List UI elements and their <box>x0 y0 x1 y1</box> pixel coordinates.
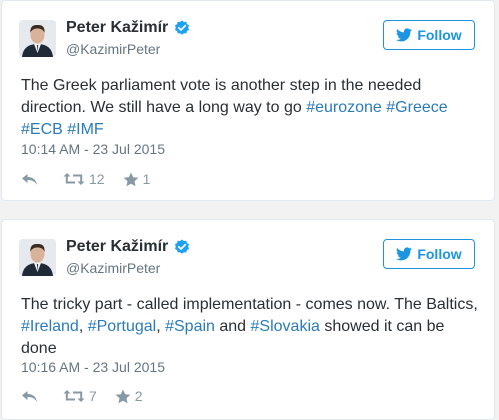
author-name[interactable]: Peter Kažimír <box>66 19 168 37</box>
hashtag-link[interactable]: #Portugal <box>88 318 157 335</box>
tweet-timestamp[interactable]: 10:16 AM - 23 Jul 2015 <box>21 359 165 375</box>
reply-button[interactable] <box>21 173 39 186</box>
hashtag-link[interactable]: #Spain <box>165 318 215 335</box>
author-name-row[interactable]: Peter Kažimír <box>66 238 190 256</box>
reply-icon <box>22 173 37 185</box>
retweet-button[interactable]: 12 <box>63 171 105 187</box>
favorite-button[interactable]: 2 <box>115 388 143 404</box>
tweet-card: Peter Kažimír @KazimirPeter Follow The t… <box>1 219 495 420</box>
favorite-count: 1 <box>142 171 151 187</box>
follow-button[interactable]: Follow <box>383 239 475 269</box>
tweet-actions: 12 1 <box>21 169 150 189</box>
reply-icon <box>22 390 37 402</box>
tweet-card: Peter Kažimír @KazimirPeter Follow The G… <box>1 0 495 201</box>
follow-label: Follow <box>417 27 462 43</box>
author-name[interactable]: Peter Kažimír <box>66 238 168 256</box>
hashtag-link[interactable]: #Slovakia <box>251 318 320 335</box>
author-handle[interactable]: @KazimirPeter <box>66 41 160 57</box>
tweet-text-segment: The tricky part - called implementation … <box>21 296 478 313</box>
twitter-bird-icon <box>396 247 413 261</box>
verified-badge-icon <box>174 20 190 36</box>
retweet-count: 12 <box>89 171 105 187</box>
tweet-timestamp[interactable]: 10:14 AM - 23 Jul 2015 <box>21 141 165 157</box>
favorite-count: 2 <box>134 388 143 404</box>
tweet-text-segment: , <box>78 318 88 335</box>
hashtag-link[interactable]: #IMF <box>67 121 103 138</box>
tweet-actions: 7 2 <box>21 386 143 406</box>
twitter-bird-icon <box>396 28 413 42</box>
favorite-button[interactable]: 1 <box>123 171 151 187</box>
retweet-icon <box>63 173 85 185</box>
author-name-row[interactable]: Peter Kažimír <box>66 19 190 37</box>
retweet-button[interactable]: 7 <box>63 388 97 404</box>
hashtag-link[interactable]: #ECB <box>21 121 63 138</box>
follow-button[interactable]: Follow <box>383 20 475 50</box>
verified-badge-icon <box>174 239 190 255</box>
star-icon <box>123 172 138 186</box>
follow-label: Follow <box>417 246 462 262</box>
star-icon <box>115 389 131 403</box>
avatar[interactable] <box>19 20 56 57</box>
retweet-icon <box>63 390 85 402</box>
reply-button[interactable] <box>21 390 39 403</box>
hashtag-link[interactable]: #eurozone <box>306 99 382 116</box>
author-handle[interactable]: @KazimirPeter <box>66 260 160 276</box>
hashtag-link[interactable]: #Greece <box>386 99 447 116</box>
tweet-text-segment: , <box>156 318 166 335</box>
avatar[interactable] <box>19 239 56 276</box>
retweet-count: 7 <box>89 388 97 404</box>
tweet-text: The tricky part - called implementation … <box>21 294 481 360</box>
tweet-text-segment: and <box>214 318 251 335</box>
tweet-text: The Greek parliament vote is another ste… <box>21 75 481 141</box>
hashtag-link[interactable]: #Ireland <box>21 318 79 335</box>
